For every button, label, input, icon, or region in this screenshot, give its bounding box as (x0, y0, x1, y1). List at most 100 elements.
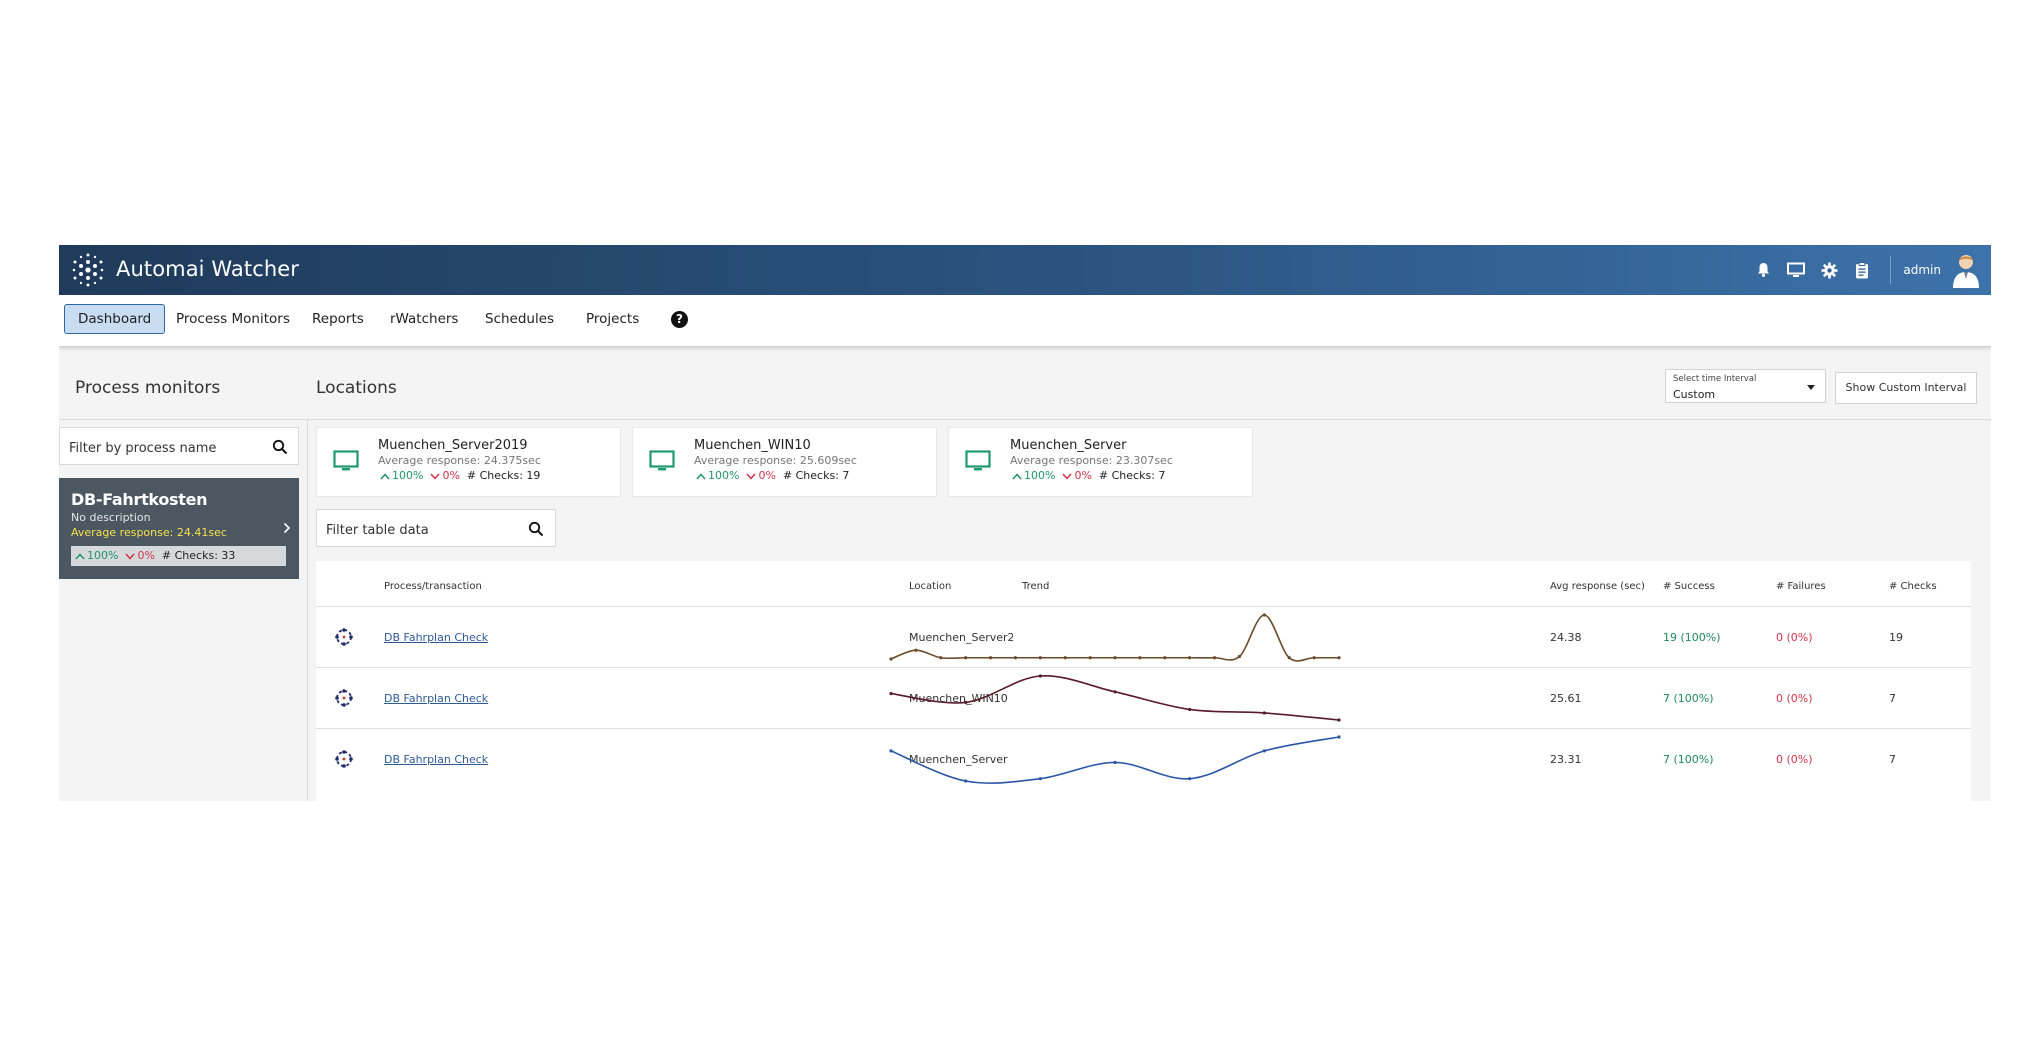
location-card[interactable]: Muenchen_Server Average response: 23.307… (948, 427, 1253, 497)
trend-point (1113, 760, 1117, 765)
search-icon[interactable] (528, 521, 544, 537)
trend-point (1013, 656, 1018, 660)
search-icon[interactable] (272, 439, 288, 455)
nav-projects[interactable]: Projects (573, 304, 652, 334)
location-card[interactable]: Muenchen_Server2019 Average response: 24… (316, 427, 621, 497)
monitor-checks: # Checks: 33 (161, 549, 236, 562)
trend-point (914, 648, 918, 652)
trend-point (1113, 656, 1117, 660)
trend-point (964, 700, 968, 704)
process-link[interactable]: DB Fahrplan Check (384, 631, 488, 644)
trend-point (889, 692, 893, 696)
user-avatar-icon[interactable] (1951, 252, 1981, 288)
arrow-down-icon (430, 473, 441, 480)
location-name: Muenchen_WIN10 (694, 438, 811, 453)
location-average: Average response: 24.375sec (378, 454, 541, 467)
time-interval-select[interactable]: Select time Interval Custom (1665, 369, 1826, 403)
process-icon (335, 628, 353, 646)
trend-point (1188, 707, 1192, 712)
trend-point (1312, 656, 1316, 660)
trend-point (1237, 654, 1242, 659)
table-filter-input[interactable]: Filter table data (316, 509, 556, 547)
bell-icon[interactable] (1751, 258, 1775, 282)
row-avg-response: 25.61 (1550, 692, 1582, 705)
trend-point (1038, 656, 1042, 660)
location-down-percent: 0% (758, 469, 776, 482)
monitor-icon (333, 450, 359, 471)
trend-line (890, 675, 1340, 721)
trend-point (1262, 711, 1266, 715)
app-title: Automai Watcher (116, 257, 300, 281)
table-row[interactable]: DB Fahrplan Check Muenchen_Server2019 24… (316, 606, 1971, 668)
table-row[interactable]: DB Fahrplan Check Muenchen_Server 23.31 … (316, 728, 1971, 790)
column-header-avg-response[interactable]: Avg response (sec) (1550, 581, 1645, 592)
location-card[interactable]: Muenchen_WIN10 Average response: 25.609s… (632, 427, 937, 497)
trend-point (1188, 777, 1192, 781)
trend-point (964, 656, 968, 660)
location-average: Average response: 23.307sec (1010, 454, 1173, 467)
location-checks: # Checks: 19 (466, 469, 541, 482)
main-nav: Dashboard Process Monitors Reports rWatc… (59, 295, 1991, 347)
automai-logo-icon (72, 253, 104, 287)
location-up-percent: 100% (392, 469, 424, 482)
trend-point (1337, 718, 1341, 722)
header-separator (1890, 256, 1892, 284)
process-link[interactable]: DB Fahrplan Check (384, 692, 488, 705)
trend-point (1212, 656, 1217, 660)
nav-dashboard[interactable]: Dashboard (64, 304, 166, 334)
time-interval-value: Custom (1673, 388, 1716, 401)
process-monitor-card[interactable]: DB-Fahrtkosten No description Average re… (59, 478, 299, 579)
arrow-down-icon (1062, 473, 1073, 480)
nav-schedules[interactable]: Schedules (472, 304, 567, 334)
location-name: Muenchen_Server2019 (378, 438, 528, 453)
location-average: Average response: 25.609sec (694, 454, 857, 467)
trend-point (1188, 656, 1192, 660)
row-avg-response: 23.31 (1550, 753, 1582, 766)
arrow-up-icon (696, 472, 706, 479)
nav-reports[interactable]: Reports (299, 304, 377, 334)
trend-sparkline (889, 613, 1341, 662)
process-filter-placeholder: Filter by process name (69, 441, 217, 456)
location-up-percent: 100% (708, 469, 740, 482)
location-stats: 100% 0% # Checks: 19 (380, 469, 540, 482)
nav-process-monitors[interactable]: Process Monitors (163, 304, 303, 334)
trend-point (1138, 656, 1142, 660)
row-success: 7 (100%) (1663, 753, 1714, 766)
chevron-right-icon[interactable] (283, 522, 291, 534)
trend-point (939, 656, 943, 660)
top-bar: Automai Watcher admin (59, 245, 1991, 295)
process-filter-input[interactable]: Filter by process name (59, 427, 299, 465)
trend-point (1038, 777, 1042, 781)
table-row[interactable]: DB Fahrplan Check Muenchen_WIN10 25.61 7… (316, 667, 1971, 729)
column-divider (307, 420, 308, 801)
process-link[interactable]: DB Fahrplan Check (384, 753, 488, 766)
column-header-checks[interactable]: # Checks (1889, 581, 1937, 592)
trend-point (1163, 656, 1167, 660)
trend-point (1262, 749, 1266, 753)
show-custom-interval-button[interactable]: Show Custom Interval (1835, 372, 1977, 404)
location-checks: # Checks: 7 (782, 469, 850, 482)
caret-down-icon (1807, 385, 1815, 390)
column-header-process[interactable]: Process/transaction (384, 581, 482, 592)
row-avg-response: 24.38 (1550, 631, 1582, 644)
clipboard-icon[interactable] (1850, 258, 1874, 282)
monitor-stats: 100% 0% # Checks: 33 (71, 546, 286, 566)
user-name[interactable]: admin (1903, 263, 1941, 277)
help-icon[interactable]: ? (671, 311, 688, 328)
monitor-icon (649, 450, 675, 471)
column-header-success[interactable]: # Success (1663, 581, 1715, 592)
header-actions: admin (1742, 245, 1981, 295)
monitor-icon (965, 450, 991, 471)
monitor-icon[interactable] (1784, 258, 1808, 282)
gear-icon[interactable] (1817, 258, 1841, 282)
column-header-failures[interactable]: # Failures (1776, 581, 1826, 592)
trend-point (1337, 735, 1341, 739)
trend-line (890, 736, 1340, 784)
row-failures: 0 (0%) (1776, 631, 1813, 644)
nav-rwatchers[interactable]: rWatchers (377, 304, 471, 334)
row-checks: 7 (1889, 692, 1896, 705)
monitor-avg-label: Average response: (71, 526, 174, 539)
column-header-location[interactable]: Location (909, 581, 951, 592)
column-header-trend[interactable]: Trend (1022, 581, 1049, 592)
location-checks: # Checks: 7 (1098, 469, 1166, 482)
